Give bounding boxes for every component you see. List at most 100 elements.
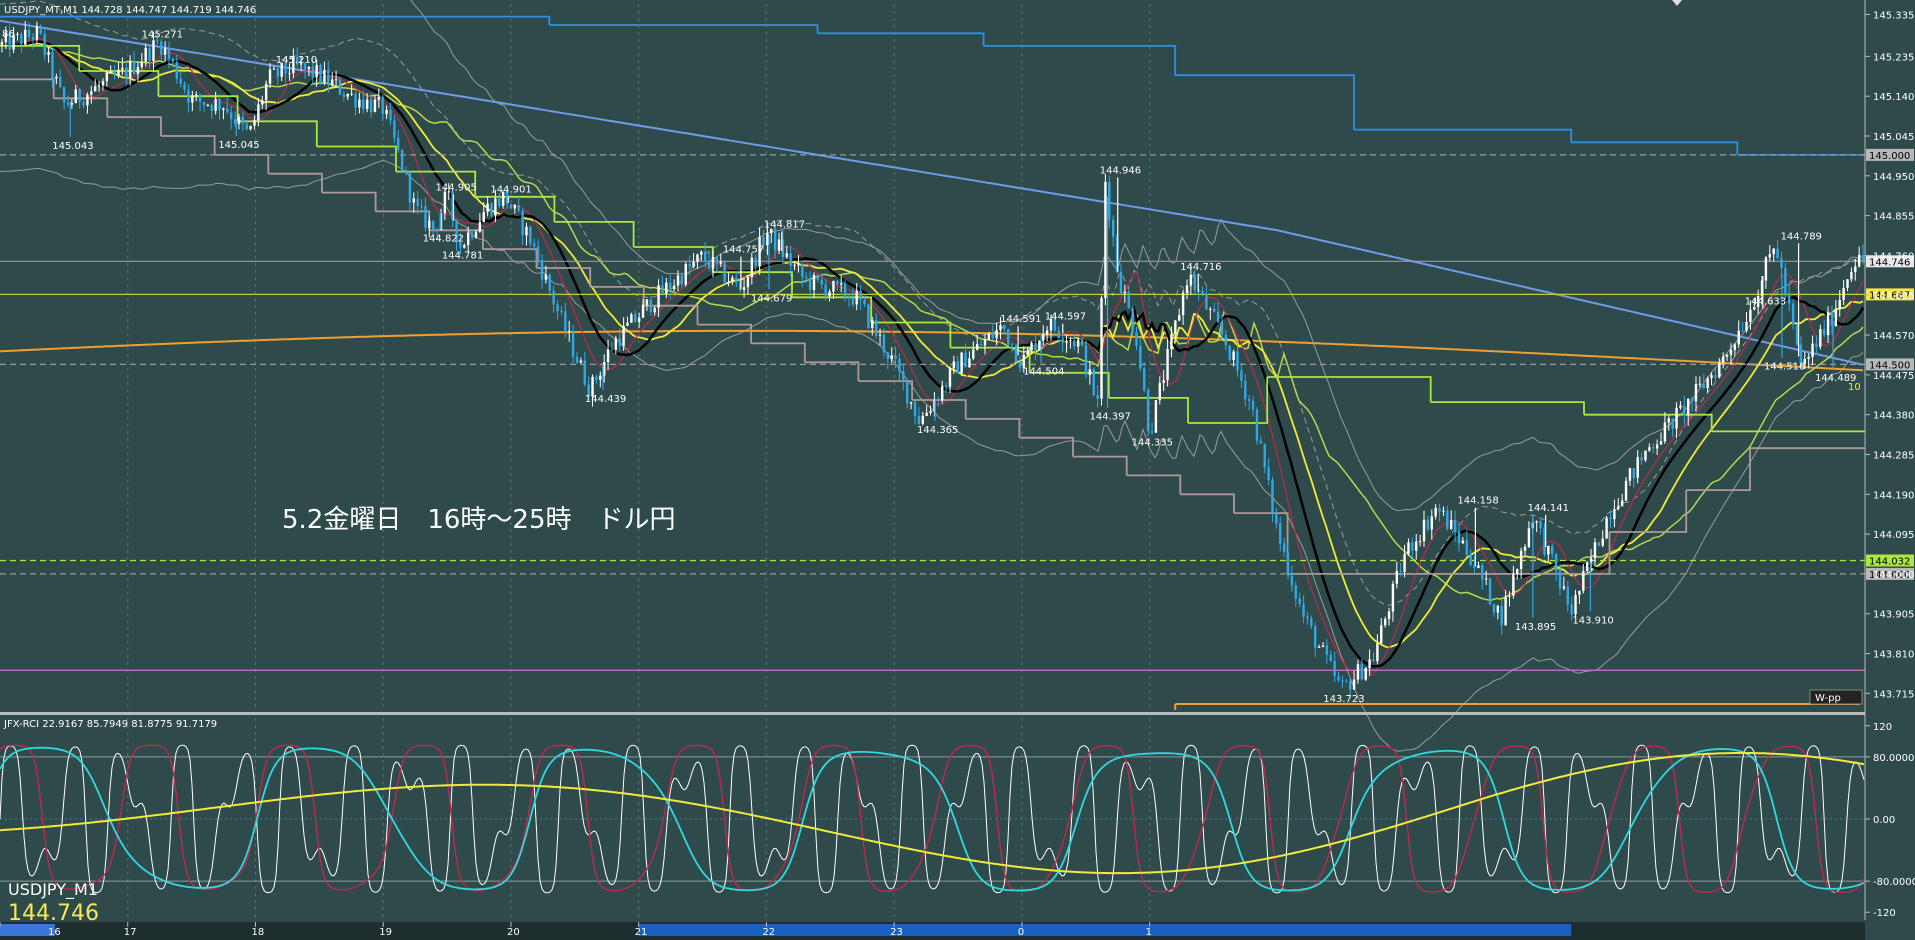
candle-body <box>1582 571 1585 591</box>
candle-body <box>1671 418 1674 429</box>
candle-body <box>1558 571 1562 589</box>
candle-body <box>1453 520 1457 532</box>
time-axis: 16 17 18 19 20 21 22 23 0 1 <box>0 922 1865 940</box>
price-extreme-label: 144.439 <box>585 394 626 405</box>
candle-body <box>1240 370 1243 381</box>
candle-body <box>579 360 583 363</box>
chart-canvas[interactable]: 144.746144.667144.500145.000144.032144.0… <box>0 0 1915 940</box>
candle-body <box>385 109 388 115</box>
price-axis-label: 143.715 <box>1873 689 1914 700</box>
candle-body <box>121 67 124 70</box>
price-tag-label: 145.000 <box>1869 151 1910 162</box>
candle-body <box>1578 590 1581 595</box>
candle-body <box>680 275 684 285</box>
candle-body <box>1562 586 1566 589</box>
candle-body <box>1516 568 1519 574</box>
candle-body <box>249 125 252 130</box>
candle-body <box>494 198 497 216</box>
candle-body <box>334 79 338 81</box>
candle-body <box>1702 383 1705 389</box>
candle-body <box>1306 616 1309 619</box>
candle-body <box>1636 457 1639 478</box>
candle-body <box>1201 290 1204 294</box>
candle-body <box>1360 664 1364 680</box>
candle-body <box>1135 332 1138 346</box>
candle-body <box>1438 508 1441 512</box>
price-axis-label: 143.810 <box>1873 650 1914 661</box>
candle-body <box>156 40 159 42</box>
candle-body <box>661 285 664 294</box>
candle-body <box>35 26 39 40</box>
candle-body <box>463 245 466 248</box>
candle-body <box>327 70 330 85</box>
candle-body <box>925 412 928 416</box>
candle-body <box>750 257 754 277</box>
time-axis-label: 0 <box>1018 927 1024 938</box>
candle-body <box>1399 570 1402 572</box>
candle-body <box>1593 542 1597 559</box>
candle-body <box>614 338 618 350</box>
time-axis-label: 23 <box>890 927 903 938</box>
price-extreme-label: 145.045 <box>218 140 259 151</box>
candle-body <box>82 102 85 106</box>
candle-body <box>583 360 586 385</box>
candle-body <box>1737 330 1740 345</box>
candle-body <box>1768 254 1772 258</box>
candle-body <box>210 104 213 111</box>
candle-body <box>179 78 182 84</box>
candle-body <box>160 41 163 55</box>
candle-body <box>1807 356 1810 360</box>
candle-body <box>1512 573 1515 596</box>
candle-body <box>688 264 691 267</box>
candle-body <box>187 89 190 103</box>
candle-body <box>851 298 855 305</box>
candle-body <box>1655 444 1659 449</box>
candle-body <box>731 277 734 282</box>
candle-body <box>1834 309 1838 326</box>
candle-body <box>202 101 206 106</box>
time-axis-label: 16 <box>48 927 61 938</box>
candle-body <box>1356 664 1360 680</box>
candle-body <box>653 307 656 313</box>
candle-body <box>1484 578 1488 580</box>
candle-body <box>1368 659 1371 668</box>
candle-body <box>1496 605 1500 613</box>
candle-body <box>1667 418 1670 423</box>
candle-body <box>1535 521 1538 523</box>
candle-body <box>404 171 408 173</box>
candle-body <box>1333 660 1336 677</box>
candle-body <box>1465 540 1468 555</box>
price-tag-label: 144.032 <box>1869 556 1910 567</box>
candle-body <box>863 299 866 305</box>
candle-body <box>1823 329 1826 336</box>
candle-body <box>1395 570 1399 584</box>
candle-body <box>669 282 672 290</box>
candle-body <box>1566 586 1569 605</box>
candle-body <box>432 220 435 230</box>
candle-body <box>1617 506 1620 510</box>
candle-body <box>1407 542 1410 554</box>
candle-body <box>1609 517 1612 520</box>
candle-body <box>482 212 485 222</box>
candle-body <box>1084 344 1088 376</box>
candle-body <box>1539 521 1542 528</box>
price-axis-label: 145.235 <box>1873 52 1914 63</box>
candle-body <box>31 36 35 40</box>
candle-body <box>132 61 136 74</box>
candle-body <box>1570 604 1573 615</box>
candle-body <box>540 260 544 280</box>
candle-body <box>125 67 128 79</box>
candle-body <box>1263 443 1266 468</box>
time-axis-label: 1 <box>1146 927 1152 938</box>
panel-separator[interactable] <box>0 712 1865 715</box>
candle-body <box>393 120 396 138</box>
candle-body <box>1127 291 1130 309</box>
candle-body <box>941 385 944 401</box>
rci-axis-label: -80.0000 <box>1873 877 1915 888</box>
candle-body <box>1372 659 1375 662</box>
candle-body <box>1729 349 1733 355</box>
candle-body <box>163 48 167 55</box>
candle-body <box>944 385 948 387</box>
candle-body <box>1181 292 1185 316</box>
candle-body <box>408 171 412 203</box>
